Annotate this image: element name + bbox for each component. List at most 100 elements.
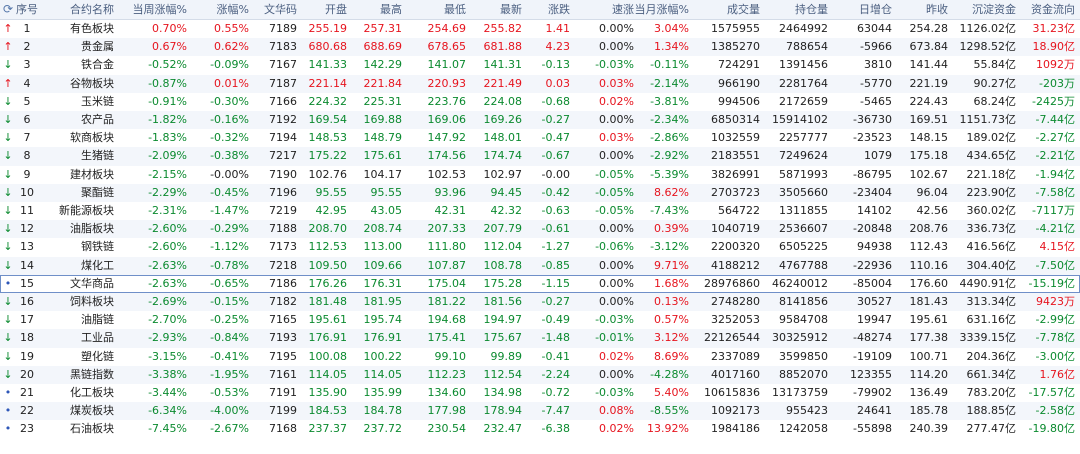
open-interest: 4767788 xyxy=(779,258,828,272)
wenhua-code: 7182 xyxy=(269,295,297,308)
open-interest: 46240012 xyxy=(772,276,828,290)
low-price: 134.60 xyxy=(427,386,467,399)
daily-oi-change: -5770 xyxy=(860,76,892,90)
col-header-open[interactable]: 开盘 xyxy=(305,0,347,19)
high-price: 221.84 xyxy=(363,76,403,90)
table-row[interactable]: ↓ 10 聚酯链 -2.29% -0.45% 7196 95.55 95.55 93.96 94.… xyxy=(0,183,1080,202)
wenhua-code: 7186 xyxy=(269,276,297,290)
month-change: -2.86% xyxy=(650,131,689,145)
speed-change: 0.00% xyxy=(599,40,634,54)
table-row[interactable]: ↓ 7 软商板块 -1.83% -0.32% 7194 148.53 148.79 147.92… xyxy=(0,129,1080,147)
daily-oi-change: -20848 xyxy=(853,222,892,236)
col-header-week[interactable]: 当周涨幅% xyxy=(117,0,187,19)
open-interest: 7249624 xyxy=(779,149,828,163)
table-row[interactable]: • 22 煤炭板块 -6.34% -4.00% 7199 184.53 184.78 177.9… xyxy=(0,402,1080,421)
contract-name: 石油板块 xyxy=(70,422,114,436)
row-no: 4 xyxy=(23,76,31,90)
speed-change: 0.08% xyxy=(599,404,634,418)
volume: 1032559 xyxy=(711,131,760,145)
wenhua-code: 7199 xyxy=(269,404,297,418)
volume: 6850314 xyxy=(711,113,760,126)
col-header-diff[interactable]: 涨跌 xyxy=(530,0,570,19)
contract-name: 化工板块 xyxy=(70,386,114,399)
row-no: 2 xyxy=(23,40,31,54)
settled-capital: 313.34亿 xyxy=(966,295,1017,308)
table-row[interactable]: ↑ 4 谷物板块 -0.87% 0.01% 7187 221.14 221.84 220.93 2… xyxy=(0,74,1080,93)
prev-close: 176.60 xyxy=(909,276,949,290)
open-price: 135.90 xyxy=(308,386,348,399)
last-price: 112.04 xyxy=(483,240,523,254)
table-row[interactable]: • 23 石油板块 -7.45% -2.67% 7168 237.37 237.72 230.5… xyxy=(0,420,1080,438)
prev-close: 100.71 xyxy=(909,349,949,363)
daily-oi-change: 14102 xyxy=(857,204,892,217)
speed-change: 0.00% xyxy=(599,222,634,236)
col-header-name[interactable]: 合约名称 xyxy=(50,0,114,19)
col-header-low[interactable]: 最低 xyxy=(420,0,466,19)
wenhua-code: 7192 xyxy=(269,113,297,126)
table-row[interactable]: ↓ 9 建材板块 -2.15% -0.00% 7190 102.76 104.17 102.53… xyxy=(0,166,1080,184)
table-row[interactable]: ↑ 1 有色板块 0.70% 0.55% 7189 255.19 257.31 254.69 25… xyxy=(0,20,1080,38)
month-change: -0.11% xyxy=(650,58,689,72)
col-header-last[interactable]: 最新 xyxy=(474,0,522,19)
open-interest: 2536607 xyxy=(779,222,828,236)
table-row[interactable]: • 15 文华商品 -2.63% -0.65% 7186 176.26 176.31 175.0… xyxy=(0,274,1080,293)
daily-oi-change: -22936 xyxy=(853,258,892,272)
col-header-code[interactable]: 文华码 xyxy=(257,0,297,19)
table-row[interactable]: ↓ 12 油脂板块 -2.60% -0.29% 7188 208.70 208.74 207.3… xyxy=(0,220,1080,239)
settled-capital: 783.20亿 xyxy=(966,386,1017,399)
row-no: 14 xyxy=(20,258,34,272)
table-row[interactable]: ↓ 3 铁合金 -0.52% -0.09% 7167 141.33 142.29 141.07 1… xyxy=(0,56,1080,74)
settled-capital: 277.47亿 xyxy=(966,422,1017,436)
col-header-prev[interactable]: 昨收 xyxy=(896,0,948,19)
table-row[interactable]: ↓ 18 工业品 -2.93% -0.84% 7193 176.91 176.91 175.41… xyxy=(0,329,1080,348)
price-diff: -0.41 xyxy=(541,349,570,363)
capital-flow: -7.44亿 xyxy=(1035,113,1075,126)
table-row[interactable]: ↓ 5 玉米链 -0.91% -0.30% 7166 224.32 225.31 223.76 2… xyxy=(0,93,1080,111)
open-interest: 8852070 xyxy=(779,367,828,381)
table-row[interactable]: ↑ 2 贵金属 0.67% 0.62% 7183 680.68 688.69 678.65 681… xyxy=(0,38,1080,57)
change-pct: -0.16% xyxy=(210,113,249,126)
col-header-vol[interactable]: 成交量 xyxy=(700,0,760,19)
wenhua-code: 7196 xyxy=(269,185,297,199)
table-row[interactable]: • 21 化工板块 -3.44% -0.53% 7191 135.90 135.99 134.6… xyxy=(0,384,1080,402)
table-row[interactable]: ↓ 20 黑链指数 -3.38% -1.95% 7161 114.05 114.05 112.2… xyxy=(0,365,1080,384)
col-header-month[interactable]: 当月涨幅% xyxy=(633,0,689,19)
capital-flow: -203万 xyxy=(1039,76,1075,90)
price-diff: -1.48 xyxy=(541,331,570,345)
daily-oi-change: 24641 xyxy=(857,404,892,418)
wenhua-code: 7217 xyxy=(269,149,297,163)
table-row[interactable]: ↓ 19 塑化链 -3.15% -0.41% 7195 100.08 100.22 99.10 9… xyxy=(0,348,1080,366)
table-row[interactable]: ↓ 11 新能源板块 -2.31% -1.47% 7219 42.95 43.05 42.31 4… xyxy=(0,202,1080,220)
week-change: 0.67% xyxy=(152,40,187,54)
contract-name: 聚酯链 xyxy=(81,185,114,199)
volume: 564722 xyxy=(718,204,760,217)
change-pct: -0.00% xyxy=(210,167,249,181)
col-header-speed[interactable]: 速涨 xyxy=(590,0,634,19)
table-row[interactable]: ↓ 6 农产品 -1.82% -0.16% 7192 169.54 169.88 169.06 1… xyxy=(0,111,1080,130)
month-change: -3.81% xyxy=(650,94,689,108)
table-row[interactable]: ↓ 8 生猪链 -2.09% -0.38% 7217 175.22 175.61 174.56 1… xyxy=(0,147,1080,166)
col-header-no[interactable]: 序号 xyxy=(12,0,42,19)
open-interest: 6505225 xyxy=(779,240,828,254)
last-price: 99.89 xyxy=(490,349,523,363)
low-price: 93.96 xyxy=(434,185,467,199)
table-row[interactable]: ↓ 17 油脂链 -2.70% -0.25% 7165 195.61 195.74 194.68… xyxy=(0,311,1080,329)
table-row[interactable]: ↓ 13 钢铁链 -2.60% -1.12% 7173 112.53 113.00 111.80… xyxy=(0,238,1080,256)
row-no: 16 xyxy=(20,295,34,308)
open-price: 176.26 xyxy=(308,276,348,290)
col-header-high[interactable]: 最高 xyxy=(360,0,402,19)
row-no: 15 xyxy=(20,276,34,290)
col-header-flow[interactable]: 资金流向 xyxy=(1017,0,1075,19)
table-row[interactable]: ↓ 16 饲料板块 -2.69% -0.15% 7182 181.48 181.95 181.2… xyxy=(0,293,1080,312)
settled-capital: 631.16亿 xyxy=(966,313,1017,327)
contract-name: 铁合金 xyxy=(81,58,114,72)
high-price: 195.74 xyxy=(363,313,403,327)
col-header-oi[interactable]: 持仓量 xyxy=(768,0,828,19)
col-header-doi[interactable]: 日增仓 xyxy=(840,0,892,19)
col-header-chg[interactable]: 涨幅% xyxy=(199,0,249,19)
table-row[interactable]: ↓ 14 煤化工 -2.63% -0.78% 7218 109.50 109.66 107.87… xyxy=(0,256,1080,275)
open-interest: 955423 xyxy=(786,404,828,418)
volume: 1040719 xyxy=(711,222,760,236)
col-header-cap[interactable]: 沉淀资金 xyxy=(956,0,1016,19)
open-interest: 2281764 xyxy=(779,76,828,90)
